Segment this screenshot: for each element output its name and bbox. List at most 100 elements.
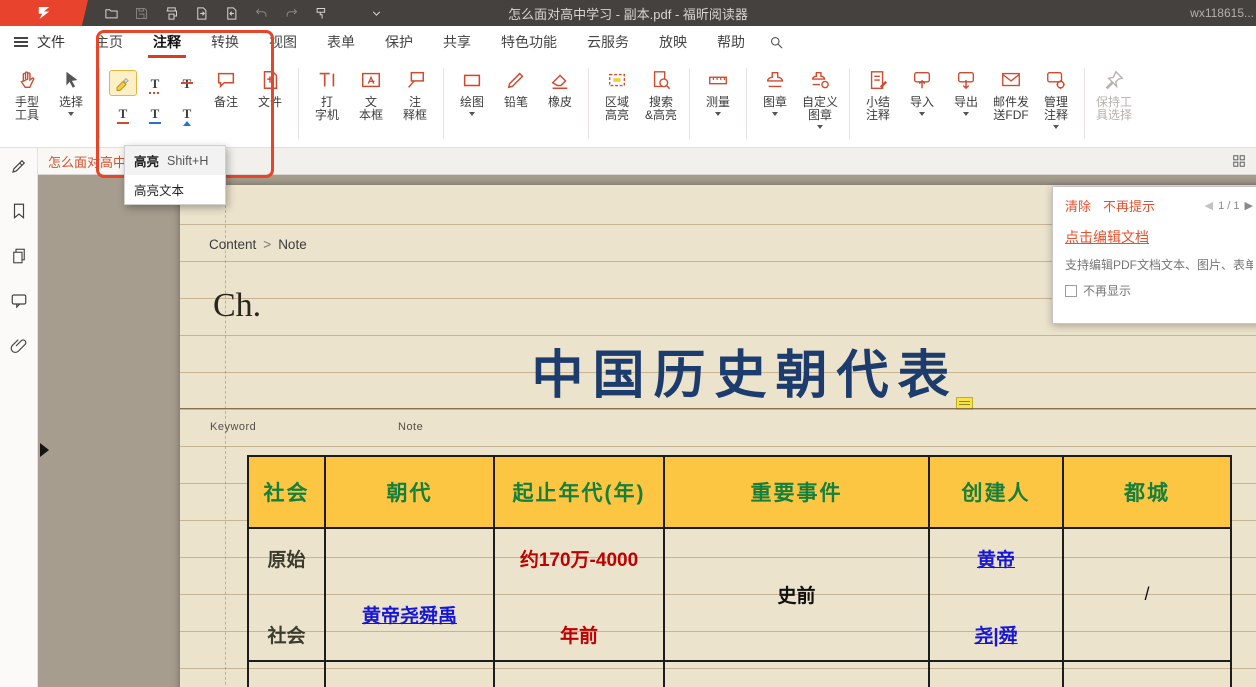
summarize-comments-button[interactable]: 小结 注释 — [859, 60, 897, 124]
dynasty-table: 社会 朝代 起止年代(年) 重要事件 创建人 都城 原始 社会 黄帝尧舜禹 约1… — [247, 455, 1232, 687]
pager-next-icon[interactable]: ▶ — [1245, 199, 1253, 212]
breadcrumb-content: Content — [209, 237, 256, 252]
export-page-icon[interactable] — [194, 6, 209, 21]
email-fdf-button[interactable]: 邮件发 送FDF — [991, 60, 1031, 124]
dropdown-arrow-icon — [1053, 125, 1059, 132]
search-icon[interactable] — [769, 35, 784, 50]
typewriter-icon — [316, 69, 338, 91]
tab-comment[interactable]: 注释 — [153, 26, 181, 58]
clear-button[interactable]: 清除 — [1065, 196, 1091, 215]
hamburger-menu-icon[interactable] — [14, 37, 28, 47]
custom-stamp-button[interactable]: 自定义 图章 — [800, 60, 840, 134]
search-highlight-button[interactable]: 搜索 &高亮 — [642, 60, 680, 124]
drawing-button[interactable]: 绘图 — [453, 60, 491, 121]
account-name[interactable]: wx118615... — [1190, 6, 1256, 20]
summarize-icon — [867, 69, 889, 91]
edit-document-link[interactable]: 点击编辑文档 — [1065, 227, 1149, 247]
strikeout-button[interactable]: T — [173, 70, 201, 96]
ribbon-tab-bar: 文件 主页 注释 转换 视图 表单 保护 共享 特色功能 云服务 放映 帮助 — [0, 26, 1256, 58]
import-page-icon[interactable] — [224, 6, 239, 21]
comments-panel-icon[interactable] — [10, 292, 28, 310]
ribbon-separator — [746, 68, 747, 139]
quick-access-toolbar — [104, 6, 383, 21]
customize-toolbar-chevron-icon[interactable] — [370, 7, 383, 20]
keep-tool-label: 保持工 具选择 — [1096, 96, 1132, 122]
tab-features[interactable]: 特色功能 — [501, 26, 557, 58]
tab-convert[interactable]: 转换 — [211, 26, 239, 58]
file-attachment-label: 文件 — [258, 96, 282, 109]
strikeout-icon: T — [183, 77, 192, 90]
file-menu[interactable]: 文件 — [37, 32, 65, 52]
table-cell-event: 史前 — [665, 529, 930, 662]
ribbon-separator — [689, 68, 690, 139]
note-button[interactable]: 备注 — [207, 60, 245, 111]
sidebar-expand-handle-icon[interactable] — [40, 443, 49, 457]
format-brush-icon[interactable] — [314, 6, 329, 21]
navigation-sidebar — [0, 148, 38, 687]
page-thumbnails-icon[interactable] — [10, 247, 28, 265]
file-attachment-button[interactable]: 文件 — [251, 60, 289, 111]
pencil-button[interactable]: 铅笔 — [497, 60, 535, 111]
ribbon-tabs: 主页 注释 转换 视图 表单 保护 共享 特色功能 云服务 放映 帮助 — [95, 26, 745, 58]
ribbon-separator — [298, 68, 299, 139]
tab-share[interactable]: 共享 — [443, 26, 471, 58]
squiggly-underline-button[interactable]: T — [141, 70, 169, 96]
import-icon — [911, 69, 933, 91]
menu-item-highlight-text[interactable]: 高亮文本 — [125, 175, 225, 204]
dont-show-checkbox[interactable] — [1065, 285, 1077, 297]
manage-comments-button[interactable]: 管理 注释 — [1037, 60, 1075, 134]
file-attachment-icon — [259, 69, 281, 91]
area-highlight-button[interactable]: 区域 高亮 — [598, 60, 636, 124]
import-comments-button[interactable]: 导入 — [903, 60, 941, 121]
callout-button[interactable]: 注 释框 — [396, 60, 434, 124]
founder-link-2[interactable]: 尧|舜 — [974, 621, 1017, 648]
bookmarks-panel-icon[interactable] — [10, 202, 28, 220]
textbox-button[interactable]: 文 本框 — [352, 60, 390, 124]
page-title: 中国历史朝代表 — [480, 333, 1010, 408]
insert-text-button[interactable]: T — [173, 100, 201, 126]
tab-cloud[interactable]: 云服务 — [587, 26, 629, 58]
tab-present[interactable]: 放映 — [659, 26, 687, 58]
chapter-heading: Ch. — [213, 287, 261, 325]
no-more-prompt-button[interactable]: 不再提示 — [1103, 196, 1155, 215]
tab-home[interactable]: 主页 — [95, 26, 123, 58]
stamp-icon — [764, 69, 786, 91]
foxit-logo[interactable] — [0, 0, 88, 26]
eraser-button[interactable]: 橡皮 — [541, 60, 579, 111]
underline-button[interactable]: T — [109, 100, 137, 126]
print-icon[interactable] — [164, 6, 179, 21]
typewriter-button[interactable]: 打 字机 — [308, 60, 346, 124]
foxit-reader-window: 怎么面对高中学习 - 副本.pdf - 福昕阅读器 wx118615... 文件… — [0, 0, 1256, 687]
menu-item-highlight[interactable]: 高亮 Shift+H — [125, 146, 225, 175]
drawing-rect-icon — [461, 69, 483, 91]
highlight-item-shortcut: Shift+H — [167, 154, 208, 168]
tab-protect[interactable]: 保护 — [385, 26, 413, 58]
underline-icon: T — [119, 107, 128, 120]
dropdown-arrow-icon — [469, 112, 475, 119]
select-tool-button[interactable]: 选择 — [52, 60, 90, 121]
founder-link-1[interactable]: 黄帝 — [977, 545, 1015, 572]
highlight-button[interactable] — [109, 70, 137, 96]
measure-button[interactable]: 测量 — [699, 60, 737, 121]
dynasty-link[interactable]: 黄帝尧舜禹 — [362, 601, 457, 628]
tab-help[interactable]: 帮助 — [717, 26, 745, 58]
pager-count: 1 / 1 — [1218, 200, 1239, 212]
stamp-button[interactable]: 图章 — [756, 60, 794, 121]
annotations-panel-icon[interactable] — [10, 157, 28, 175]
open-file-icon[interactable] — [104, 6, 119, 21]
text-markup-group: T T T T T — [109, 70, 201, 126]
stamp-label: 图章 — [763, 96, 787, 109]
export-comments-button[interactable]: 导出 — [947, 60, 985, 121]
table-cell-empty — [326, 662, 495, 687]
export-icon — [955, 69, 977, 91]
insert-caret-icon: T — [183, 107, 192, 120]
pager-prev-icon[interactable]: ◀ — [1205, 199, 1213, 212]
attachments-panel-icon[interactable] — [10, 337, 28, 355]
tab-view[interactable]: 视图 — [269, 26, 297, 58]
tab-form[interactable]: 表单 — [327, 26, 355, 58]
title-divider — [180, 408, 1256, 409]
dropdown-arrow-icon — [68, 112, 74, 119]
replace-text-button[interactable]: T — [141, 100, 169, 126]
hand-tool-button[interactable]: 手型 工具 — [8, 60, 46, 124]
page-layout-grid-icon[interactable] — [1232, 154, 1246, 168]
